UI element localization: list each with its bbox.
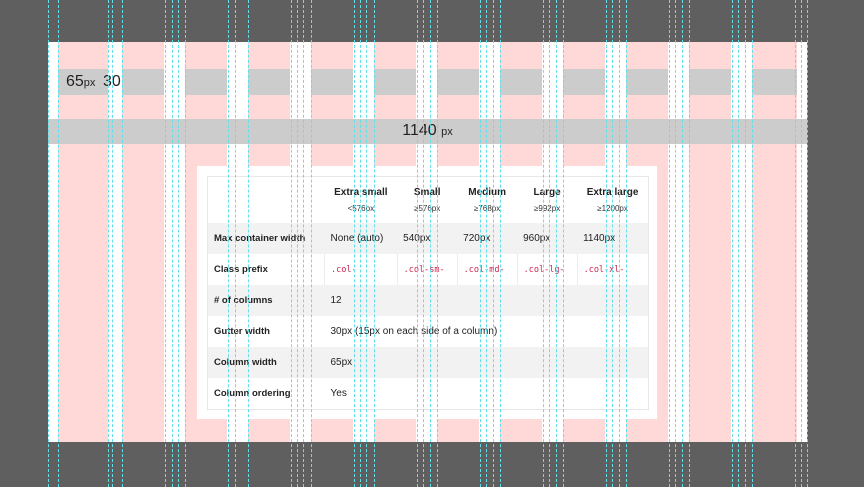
table-header-cell: Extra small <576px bbox=[334, 187, 388, 213]
table-cell: .col- bbox=[324, 254, 398, 285]
gutter-width-label: 30 bbox=[103, 73, 121, 90]
table-cell: .col-md- bbox=[456, 254, 518, 285]
column-band bbox=[248, 69, 290, 95]
class-prefix-code: .col-sm- bbox=[403, 265, 445, 275]
grid-column-stripe bbox=[689, 42, 731, 442]
table-header-cell: Large ≥992px bbox=[533, 187, 561, 213]
table-row: # of columns 12 bbox=[207, 285, 649, 316]
table-header-cell bbox=[208, 177, 325, 224]
table-cell: Yes bbox=[330, 387, 347, 399]
row-label: Max container width bbox=[214, 233, 306, 244]
column-band bbox=[689, 69, 731, 95]
table-header-cell: Medium ≥768px bbox=[468, 187, 507, 213]
row-label: Column width bbox=[214, 357, 277, 368]
column-band bbox=[626, 69, 668, 95]
table-row: Column ordering Yes bbox=[208, 378, 649, 409]
grid-column-stripe bbox=[122, 42, 164, 442]
column-band bbox=[563, 69, 605, 95]
row-label: Gutter width bbox=[214, 326, 270, 337]
table-cell: 720px bbox=[463, 233, 491, 244]
table-cell: None (auto) bbox=[330, 233, 384, 244]
table-cell: .col-sm- bbox=[396, 254, 458, 285]
row-label: Class prefix bbox=[214, 264, 268, 275]
table-row: Column width 65px bbox=[207, 347, 649, 378]
table-header-cell: Small ≥576px bbox=[413, 187, 441, 213]
class-prefix-code: .col- bbox=[331, 265, 357, 275]
grid-column-stripe bbox=[58, 42, 108, 442]
column-band bbox=[311, 69, 353, 95]
table-cell: 540px bbox=[403, 233, 431, 244]
grid-column-stripe bbox=[752, 42, 797, 442]
table-header-row: Extra small <576px Small ≥576px Medium ≥768… bbox=[208, 177, 649, 224]
class-prefix-code: .col-md- bbox=[463, 265, 505, 275]
table-header-cell: Extra large ≥1200px bbox=[586, 187, 639, 213]
class-prefix-code: .col-lg- bbox=[523, 265, 565, 275]
table-cell: .col-xl- bbox=[576, 254, 649, 285]
column-band bbox=[374, 69, 416, 95]
column-band bbox=[437, 69, 479, 95]
table-cell: 30px (15px on each side of a column) bbox=[330, 326, 498, 337]
grid-options-panel: Extra small <576px Small ≥576px Medium ≥768… bbox=[197, 166, 657, 419]
table-cell: 1140px bbox=[583, 233, 616, 244]
row-label: # of columns bbox=[214, 295, 273, 306]
table-cell: .col-lg- bbox=[516, 254, 578, 285]
column-band bbox=[500, 69, 542, 95]
table-row: Class prefix .col- .col-sm- .col-md- .co… bbox=[208, 254, 649, 285]
table-cell: 65px bbox=[330, 357, 353, 368]
column-band bbox=[752, 69, 797, 95]
class-prefix-code: .col-xl- bbox=[583, 265, 625, 275]
grid-options-table: Extra small <576px Small ≥576px Medium ≥768… bbox=[207, 176, 649, 410]
table-cell: 12 bbox=[330, 295, 342, 306]
table-row: Gutter width 30px (15px on each side of … bbox=[208, 316, 649, 347]
column-band bbox=[185, 69, 227, 95]
row-label: Column ordering bbox=[214, 387, 291, 399]
table-row: Max container width None (auto) 540px 72… bbox=[207, 223, 649, 254]
table-cell: 960px bbox=[523, 233, 551, 244]
guide-line bbox=[807, 0, 808, 487]
column-band bbox=[122, 69, 164, 95]
container-width-label: 1140 px bbox=[402, 122, 453, 139]
column-width-label: 65px bbox=[66, 73, 96, 90]
